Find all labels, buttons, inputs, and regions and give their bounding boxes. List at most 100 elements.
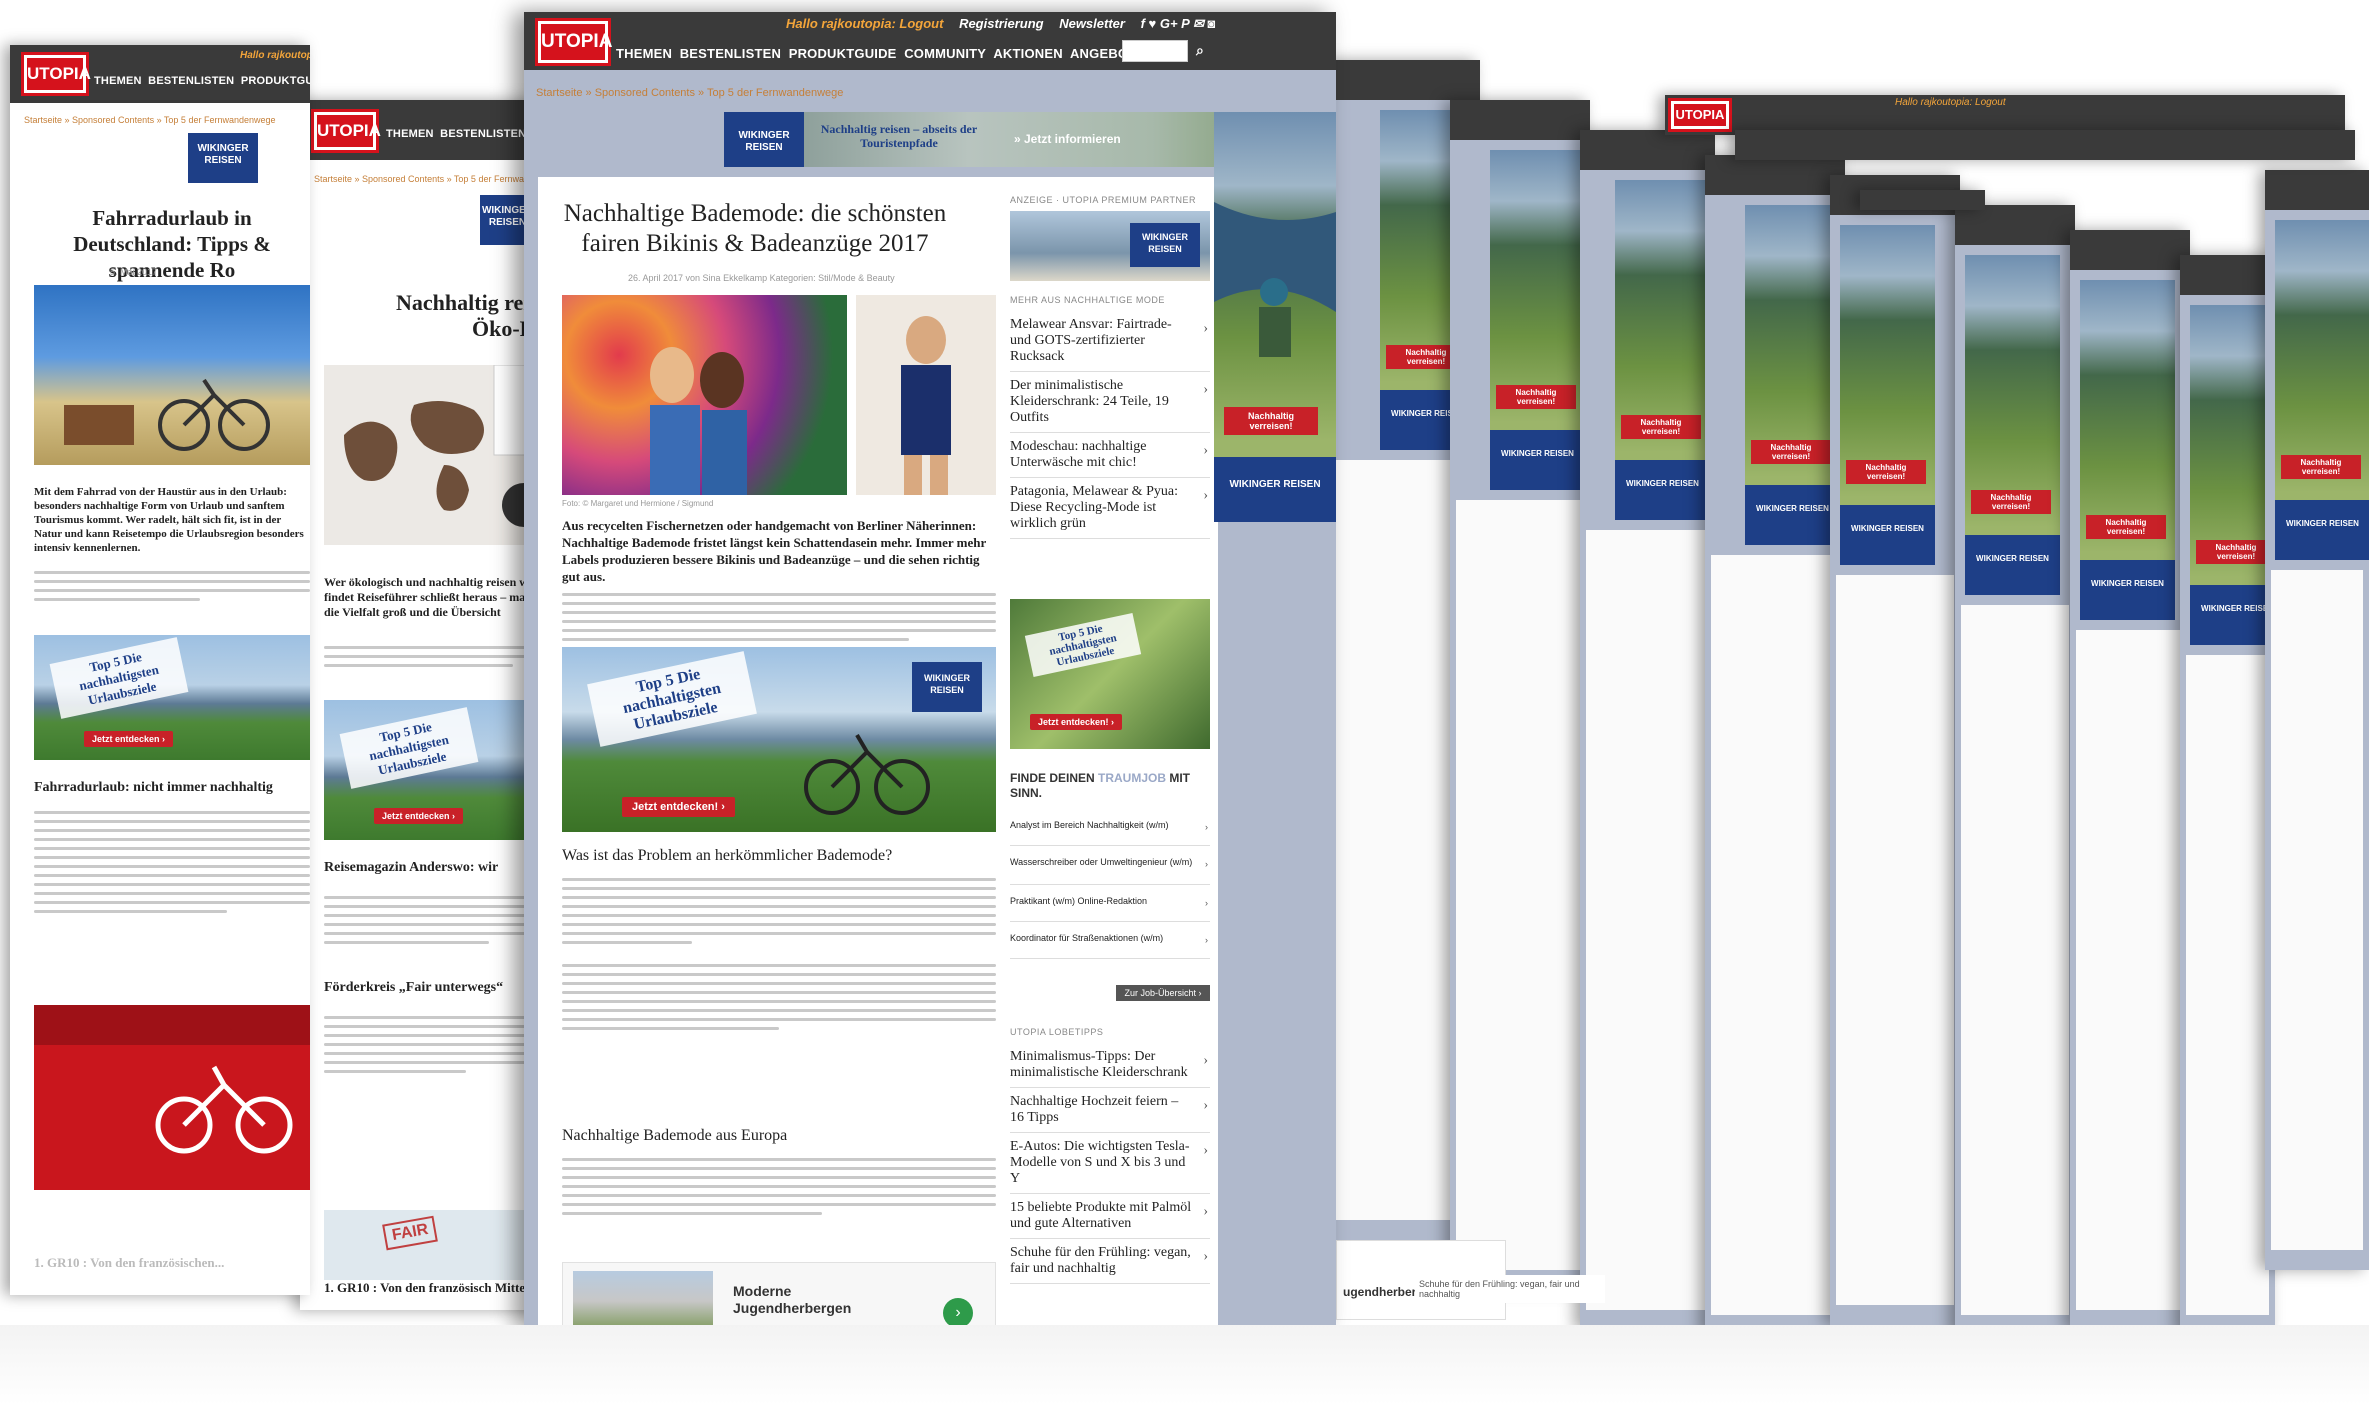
center-page-screenshot: UTOPIA Hallo rajkoutopia: Logout Registr… xyxy=(524,12,1336,1330)
newsletter-link[interactable]: Newsletter xyxy=(1059,16,1125,31)
skyscraper-ad[interactable]: Nachhaltig verreisen! WIKINGER REISEN xyxy=(1965,255,2060,595)
stacked-nav xyxy=(1955,205,2075,245)
skyscraper-ad[interactable]: Nachhaltig verreisen! WIKINGER REISEN xyxy=(1490,150,1585,490)
main-nav: THEMEN BESTENLISTEN PRODUKTGUIDE COMMUNI… xyxy=(616,46,1145,61)
fair-stamp: FAIR xyxy=(382,1215,439,1251)
jobs-head-2: TRAUMJOB xyxy=(1098,771,1167,785)
greeting[interactable]: Hallo rajkoutopia: Logout xyxy=(240,50,310,61)
skyscraper-cta[interactable]: Nachhaltig verreisen! xyxy=(1621,415,1701,439)
more-item[interactable]: Melawear Ansvar: Fairtrade- und GOTS-zer… xyxy=(1010,311,1210,372)
skyscraper-cta[interactable]: Nachhaltig verreisen! xyxy=(1224,407,1318,435)
greeting[interactable]: Hallo rajkoutopia: Logout xyxy=(786,16,943,31)
sidebar-ad-image[interactable]: WIKINGER REISEN xyxy=(1010,211,1210,281)
register-link[interactable]: Registrierung xyxy=(959,16,1044,31)
image-caption: Foto: © Margaret und Hermione / Sigmund xyxy=(562,499,714,508)
job-item[interactable]: Koordinator für Straßenaktionen (w/m) xyxy=(1010,922,1210,959)
hostel-ad-go-icon[interactable]: › xyxy=(943,1298,973,1328)
utopia-logo[interactable]: UTOPIA xyxy=(1671,101,1729,129)
promo-cta-button[interactable]: Jetzt entdecken! › xyxy=(1030,714,1123,730)
promo-cta-button[interactable]: Jetzt entdecken! › xyxy=(622,797,735,817)
list-item[interactable]: E-Autos: Die wichtigsten Tesla-Modelle v… xyxy=(1010,1133,1210,1194)
nav-item-themen[interactable]: THEMEN xyxy=(386,128,434,140)
stacked-screenshot: Nachhaltig verreisen! WIKINGER REISEN xyxy=(2180,255,2275,1335)
list-item[interactable]: Nachhaltige Hochzeit feiern – 16 Tipps xyxy=(1010,1088,1210,1133)
job-item[interactable]: Analyst im Bereich Nachhaltigkeit (w/m) xyxy=(1010,809,1210,846)
stacked-screenshot: Nachhaltig verreisen! WIKINGER REISEN xyxy=(1830,175,1960,1325)
bikini-models-photo xyxy=(562,295,847,495)
jobs-head-1: FINDE DEINEN xyxy=(1010,771,1099,785)
promo-lake-image[interactable]: Top 5 Die nachhaltigsten Urlaubsziele Je… xyxy=(34,635,310,760)
nav-item-themen[interactable]: THEMEN xyxy=(94,75,142,87)
wikinger-logo: WIKINGER REISEN xyxy=(2275,500,2369,560)
nav-item-aktionen[interactable]: AKTIONEN xyxy=(993,46,1063,61)
search-icon[interactable]: ⌕ xyxy=(1196,42,1204,59)
bicycle-illustration xyxy=(64,378,270,451)
nav-item-community[interactable]: COMMUNITY xyxy=(904,46,986,61)
skyscraper-ad[interactable]: Nachhaltig verreisen! WIKINGER REISEN xyxy=(2190,305,2275,645)
skyscraper-ad[interactable]: Nachhaltig verreisen! WIKINGER REISEN xyxy=(2275,220,2369,560)
list-item[interactable]: Minimalismus-Tipps: Der minimalistische … xyxy=(1010,1043,1210,1088)
job-item[interactable]: Praktikant (w/m) Online-Redaktion xyxy=(1010,885,1210,922)
left-page-title: Fahrradurlaub in Deutschland: Tipps & sp… xyxy=(73,206,271,282)
social-icons[interactable]: f ♥ G+ P ✉ ◙ xyxy=(1141,16,1216,31)
utopia-logo[interactable]: UTOPIA xyxy=(24,55,91,93)
nav-item-produktguide[interactable]: PRODUKTGUIDE xyxy=(789,46,897,61)
skyscraper-ad[interactable]: Nachhaltig verreisen! WIKINGER REISEN xyxy=(1615,180,1710,520)
nav-item-bestenlisten[interactable]: BESTENLISTEN xyxy=(148,75,234,87)
stacked-screenshot: Nachhaltig verreisen! WIKINGER REISEN xyxy=(1450,100,1590,1290)
main-nav: THEMEN BESTENLISTEN xyxy=(386,128,526,140)
skyscraper-cta[interactable]: Nachhaltig verreisen! xyxy=(1846,460,1926,484)
list-item[interactable]: Schuhe für den Frühling: vegan, fair und… xyxy=(1010,1239,1210,1284)
sidebar-promo-image[interactable]: Top 5 Die nachhaltigsten Urlaubsziele Je… xyxy=(1010,599,1210,749)
text-lines xyxy=(562,587,996,647)
job-item[interactable]: Wasserschreiber oder Umweltingenieur (w/… xyxy=(1010,846,1210,885)
promo-lake-image[interactable]: Top 5 Die nachhaltigsten Urlaubsziele Je… xyxy=(562,647,996,832)
text-lines xyxy=(562,1152,996,1221)
banner-cta[interactable]: » Jetzt informieren xyxy=(1014,132,1121,146)
utopia-logo[interactable]: UTOPIA xyxy=(538,21,612,63)
more-item[interactable]: Der minimalistische Kleiderschrank: 24 T… xyxy=(1010,372,1210,433)
more-item[interactable]: Modeschau: nachhaltige Unterwäsche mit c… xyxy=(1010,433,1210,478)
stacked-screenshot: Nachhaltig verreisen! WIKINGER REISEN xyxy=(1955,205,2075,1335)
utopia-logo[interactable]: UTOPIA xyxy=(314,112,381,150)
search-input[interactable] xyxy=(1122,40,1188,62)
nav-item-bestenlisten[interactable]: BESTENLISTEN xyxy=(680,46,781,61)
promo-cta-button[interactable]: Jetzt entdecken › xyxy=(374,808,464,824)
skyscraper-cta[interactable]: Nachhaltig verreisen! xyxy=(1496,385,1576,409)
skyscraper-cta[interactable]: Nachhaltig verreisen! xyxy=(2196,540,2275,564)
bicycle-field-photo xyxy=(34,285,310,465)
wikinger-logo: WIKINGER REISEN xyxy=(1615,460,1710,520)
user-bar: Hallo rajkoutopia: Logout xyxy=(240,50,310,61)
skyscraper-cta[interactable]: Nachhaltig verreisen! xyxy=(1751,440,1831,464)
hostel-ad[interactable]: Moderne Jugendherbergen › xyxy=(562,1262,996,1330)
greeting[interactable]: Hallo rajkoutopia: Logout xyxy=(1895,97,2006,108)
skyscraper-cta[interactable]: Nachhaltig verreisen! xyxy=(2086,515,2166,539)
article-byline: 26. April 2017 von Sina Ekkelkamp Katego… xyxy=(628,273,895,283)
stacked-nav xyxy=(1705,155,1845,195)
skyscraper-cta[interactable]: Nachhaltig verreisen! xyxy=(1971,490,2051,514)
skyscraper-cta[interactable]: Nachhaltig verreisen! xyxy=(2281,455,2361,479)
skyscraper-ad[interactable]: Nachhaltig verreisen! WIKINGER REISEN xyxy=(1840,225,1935,565)
models-illustration xyxy=(650,347,747,495)
more-item[interactable]: Patagonia, Melawear & Pyua: Diese Recycl… xyxy=(1010,478,1210,539)
article-sidebar: ANZEIGE · UTOPIA PREMIUM PARTNER WIKINGE… xyxy=(1010,195,1210,1284)
list-item[interactable]: 15 beliebte Produkte mit Palmöl und gute… xyxy=(1010,1194,1210,1239)
nav-item-produktguide[interactable]: PRODUKTGUIDE xyxy=(241,75,310,87)
promo-cta-button[interactable]: Jetzt entdecken › xyxy=(84,731,174,747)
left-page-nav: UTOPIA Hallo rajkoutopia: Logout THEMEN … xyxy=(10,45,310,103)
stacked-nav xyxy=(2070,230,2190,270)
stacked-nav xyxy=(2265,170,2369,210)
left-page-lead: Mit dem Fahrrad von der Haustür aus in d… xyxy=(34,486,304,554)
stacked-article xyxy=(1836,575,1954,1305)
jobs-cta-button[interactable]: Zur Job-Übersicht › xyxy=(1116,985,1210,1001)
skyscraper-ad[interactable]: Nachhaltig verreisen! WIKINGER REISEN xyxy=(2080,280,2175,620)
skyscraper-ad[interactable]: Nachhaltig verreisen! WIKINGER REISEN xyxy=(1745,205,1840,545)
text-lines xyxy=(34,805,310,919)
nav-item-bestenlisten[interactable]: BESTENLISTEN xyxy=(440,128,526,140)
wikinger-logo-ad[interactable]: WIKINGER REISEN xyxy=(188,133,258,183)
main-nav: THEMEN BESTENLISTEN PRODUKTGUIDE COMMUNI… xyxy=(94,75,310,87)
nav-item-themen[interactable]: THEMEN xyxy=(616,46,672,61)
second-page-screenshot: UTOPIA THEMEN BESTENLISTEN Startseite » … xyxy=(300,100,560,1310)
ad-fragment[interactable]: Schuhe für den Frühling: vegan, fair und… xyxy=(1415,1275,1605,1303)
skyscraper-ad[interactable]: Nachhaltig verreisen! WIKINGER REISEN xyxy=(1214,112,1336,522)
